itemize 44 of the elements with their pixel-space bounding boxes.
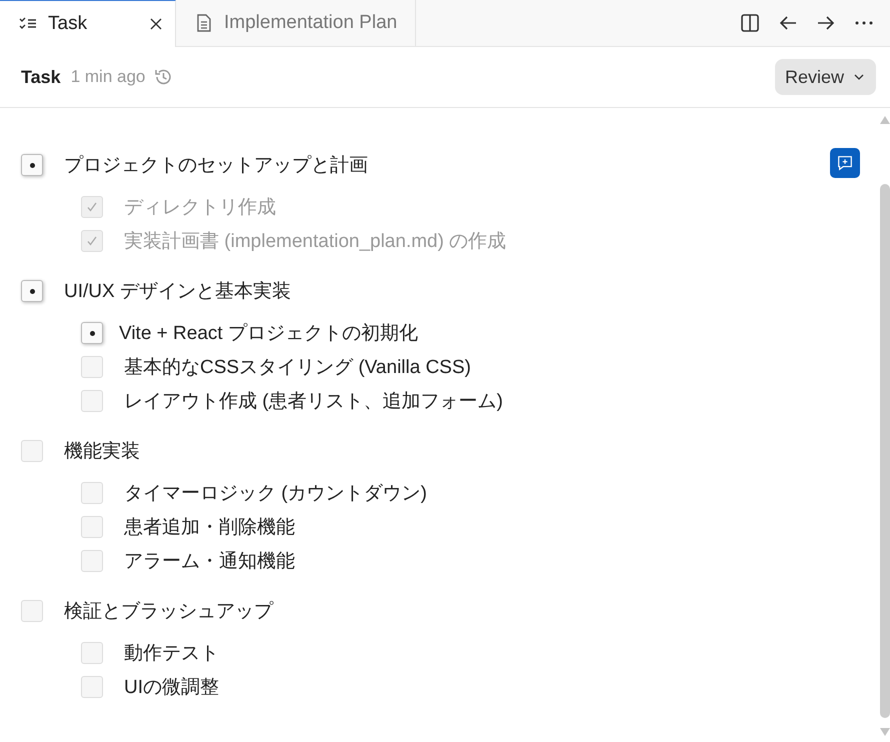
- in-progress-checkbox[interactable]: [21, 154, 43, 176]
- task-label: 基本的なCSSスタイリング (Vanilla CSS): [124, 356, 471, 380]
- document-title: Task: [21, 66, 61, 88]
- timestamp: 1 min ago: [70, 67, 146, 87]
- checkmark-icon: [85, 234, 99, 248]
- tab[interactable]: Implementation Plan: [176, 0, 416, 46]
- task-label: 患者追加・削除機能: [124, 516, 295, 540]
- scroll-down-arrow[interactable]: [880, 728, 890, 736]
- task-label: アラーム・通知機能: [124, 550, 295, 574]
- task-label: 検証とブラッシュアップ: [64, 600, 273, 624]
- review-button[interactable]: Review: [774, 59, 876, 95]
- checkmark-icon: [85, 200, 99, 214]
- checkbox[interactable]: [21, 600, 43, 622]
- checkbox[interactable]: [81, 390, 103, 412]
- in-progress-checkbox[interactable]: [81, 322, 103, 344]
- task-label: UI/UX デザインと基本実装: [64, 280, 291, 304]
- task-label: 動作テスト: [124, 642, 219, 666]
- in-progress-checkbox[interactable]: [21, 280, 43, 302]
- tab[interactable]: Task: [0, 0, 176, 47]
- checkbox[interactable]: [81, 676, 103, 698]
- checked-checkbox[interactable]: [81, 230, 103, 252]
- task-label: UIの微調整: [124, 676, 219, 700]
- checkbox[interactable]: [81, 516, 103, 538]
- task-label: レイアウト作成 (患者リスト、追加フォーム): [124, 390, 503, 414]
- task-label: タイマーロジック (カウントダウン): [124, 482, 427, 506]
- scroll-up-arrow[interactable]: [880, 116, 890, 124]
- checkbox[interactable]: [21, 440, 43, 462]
- checkbox[interactable]: [81, 356, 103, 378]
- close-icon[interactable]: [149, 17, 163, 31]
- task-label: Vite + React プロジェクトの初期化: [119, 322, 418, 346]
- history-icon[interactable]: [153, 67, 174, 87]
- split-editor-icon[interactable]: [740, 13, 760, 33]
- checkbox[interactable]: [81, 550, 103, 572]
- add-comment-button[interactable]: [830, 148, 860, 178]
- checkbox[interactable]: [81, 482, 103, 504]
- checkbox[interactable]: [81, 642, 103, 664]
- task-label: プロジェクトのセットアップと計画: [64, 154, 368, 178]
- task-label: ディレクトリ作成: [124, 196, 276, 220]
- task-label: 機能実装: [64, 440, 140, 464]
- add-comment-icon: [836, 154, 854, 172]
- scrollbar-thumb[interactable]: [880, 184, 890, 718]
- chevron-down-icon: [854, 74, 864, 80]
- checked-checkbox[interactable]: [81, 196, 103, 218]
- task-label: 実装計画書 (implementation_plan.md) の作成: [124, 230, 506, 254]
